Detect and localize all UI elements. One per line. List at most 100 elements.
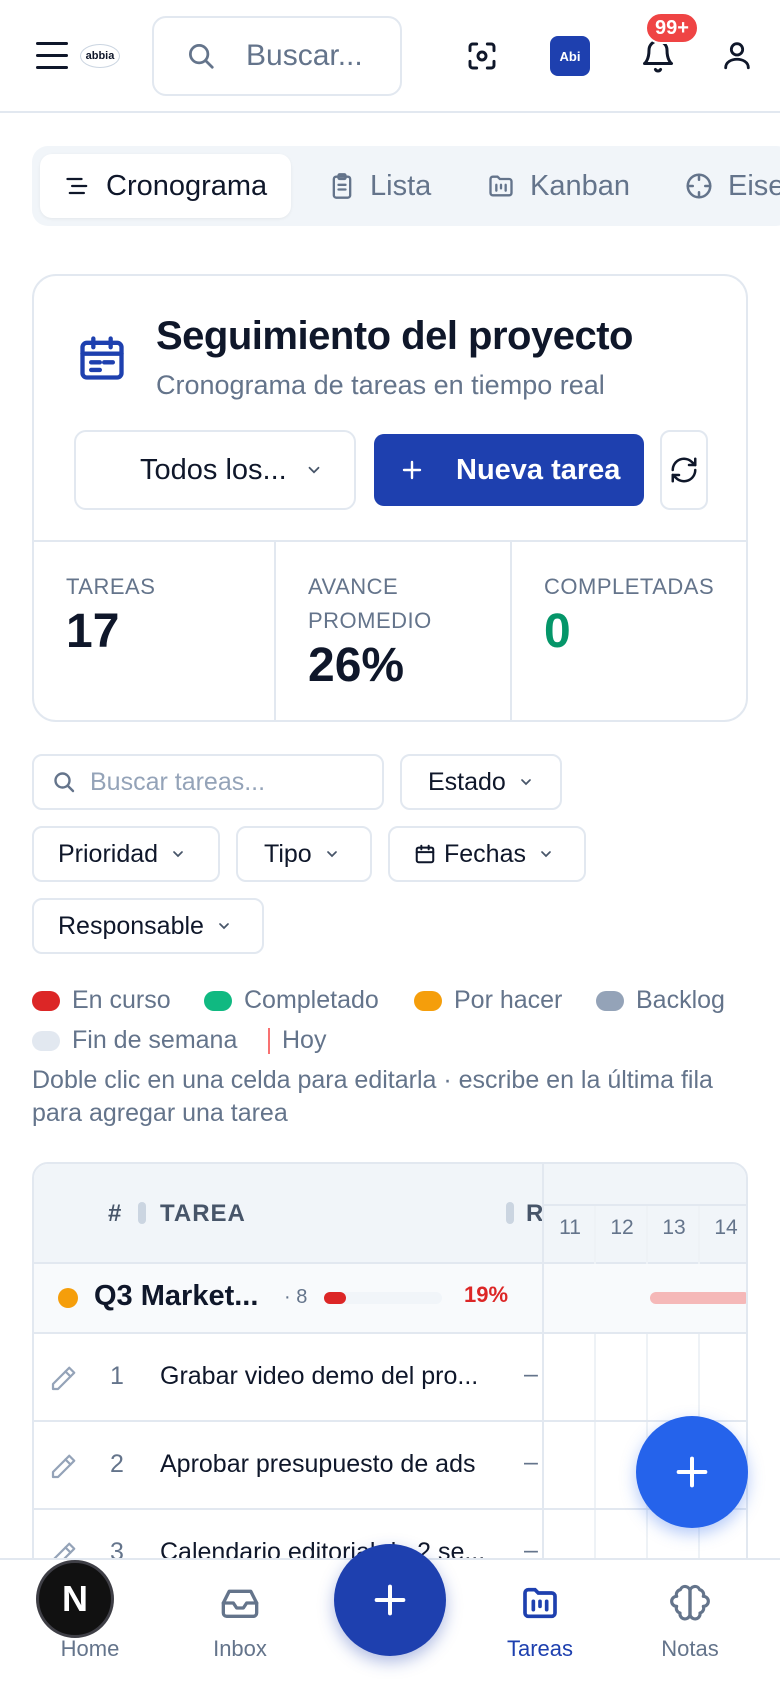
gantt-header: # TAREA R 11 12 13 14 [34, 1164, 746, 1264]
chevron-down-icon [326, 851, 337, 858]
tab-lista[interactable]: Lista [328, 154, 431, 218]
nav-tareas[interactable]: Tareas [470, 1578, 610, 1662]
add-task-fab[interactable] [636, 1416, 748, 1528]
filter-prioridad[interactable]: Prioridad [32, 826, 220, 882]
group-progress-fill [324, 1292, 347, 1304]
edit-hint: Doble clic en una celda para editarla · … [32, 1066, 713, 1127]
filter-tipo[interactable]: Tipo [236, 826, 372, 882]
notification-count-badge: 99+ [645, 12, 699, 44]
legend-item-en-curso: En curso [32, 986, 171, 1015]
nav-notas[interactable]: Notas [620, 1578, 760, 1662]
column-number-header: # [108, 1200, 122, 1227]
search-icon [54, 772, 75, 793]
day-header: 12 [610, 1216, 634, 1239]
responsible-cell[interactable]: – [524, 1360, 538, 1389]
nav-inbox[interactable]: Inbox [170, 1578, 310, 1662]
day-header: 11 [559, 1216, 581, 1239]
quick-add-button[interactable] [334, 1544, 446, 1656]
menu-icon[interactable] [36, 42, 68, 70]
task-search-placeholder: Buscar tareas... [90, 767, 266, 796]
scan-icon[interactable] [466, 40, 498, 72]
stats-row: TAREAS 17 AVANCE PROMEDIO 26% COMPLETADA… [34, 540, 746, 720]
group-progress-bar [324, 1292, 442, 1304]
chevron-down-icon [541, 851, 551, 858]
legend-item-fin-de-semana: Fin de semana [32, 1026, 237, 1055]
group-progress-label: 19% [464, 1282, 509, 1307]
legend-label: En curso [72, 986, 171, 1014]
stat-value: 0 [544, 605, 571, 658]
nav-label: Inbox [213, 1636, 267, 1661]
row-number: 2 [110, 1450, 124, 1478]
plus-icon [676, 1456, 708, 1488]
brain-icon [670, 1584, 710, 1621]
legend-swatch [32, 990, 60, 1011]
filter-responsable[interactable]: Responsable [32, 898, 264, 954]
group-status-dot [58, 1288, 78, 1308]
legend-item-hoy: Hoy [268, 1026, 326, 1055]
filter-label: Prioridad [58, 839, 159, 868]
new-task-label: Nueva tarea [456, 453, 621, 486]
stat-label: AVANCE PROMEDIO [308, 574, 432, 633]
dev-tools-badge[interactable]: N [36, 1560, 114, 1638]
search-icon [189, 44, 214, 69]
table-row[interactable]: 1 Grabar video demo del pro... – [34, 1334, 746, 1422]
task-name[interactable]: Grabar video demo del pro... [160, 1362, 496, 1391]
nav-label: Tareas [506, 1636, 574, 1661]
legend-item-completado: Completado [204, 986, 379, 1015]
top-bar: abbia Buscar... Abi 99+ [0, 0, 780, 113]
crosshair-icon [686, 173, 712, 199]
project-subtitle: Cronograma de tareas en tiempo real [156, 370, 605, 400]
nav-label: Home [60, 1636, 120, 1661]
filter-label: Responsable [58, 911, 204, 940]
filter-fechas[interactable]: Fechas [388, 826, 586, 882]
tab-label: Lista [370, 169, 432, 202]
plus-icon [402, 460, 422, 480]
task-group-row[interactable]: Q3 Market... · 8 19% [34, 1264, 746, 1334]
user-icon[interactable] [720, 38, 754, 72]
chevron-down-icon [173, 851, 183, 858]
column-resize-handle[interactable] [506, 1202, 514, 1224]
timeline-icon [66, 177, 88, 195]
legend-item-por-hacer: Por hacer [414, 986, 562, 1015]
legend-swatch [596, 990, 624, 1011]
new-task-button[interactable]: Nueva tarea [374, 434, 644, 506]
scope-select-value: Todos los... [140, 453, 287, 486]
legend-swatch [204, 990, 232, 1011]
group-name: Q3 Market... [94, 1280, 259, 1312]
stat-tasks: TAREAS 17 [34, 542, 274, 720]
nav-label: Notas [661, 1636, 719, 1661]
kanban-icon [489, 175, 513, 197]
stat-label: TAREAS [66, 574, 156, 599]
global-search-input[interactable]: Buscar... [152, 16, 402, 96]
tasks-folder-icon [523, 1587, 557, 1619]
edit-pencil-icon[interactable] [48, 1364, 78, 1394]
refresh-icon [671, 457, 697, 483]
tab-eisenhower[interactable]: Eise [684, 154, 780, 218]
project-title: Seguimiento del proyecto [156, 314, 633, 358]
app-logo[interactable]: abbia [80, 44, 120, 68]
tab-cronograma[interactable]: Cronograma [40, 154, 292, 218]
task-search-input[interactable]: Buscar tareas... [32, 754, 384, 810]
plus-icon [374, 1584, 406, 1616]
scope-select[interactable]: Todos los... [74, 430, 356, 510]
refresh-button[interactable] [660, 430, 708, 510]
tab-kanban[interactable]: Kanban [486, 154, 630, 218]
calendar-icon [80, 336, 124, 380]
filter-label: Fechas [444, 839, 526, 868]
calendar-icon [415, 844, 435, 864]
legend-label: Completado [244, 986, 379, 1014]
filter-estado[interactable]: Estado [400, 754, 562, 810]
legend-swatch [414, 990, 442, 1011]
group-timeline-bar[interactable] [650, 1292, 746, 1304]
column-r-header: R [526, 1200, 544, 1227]
task-name[interactable]: Aprobar presupuesto de ads [160, 1450, 496, 1479]
assistant-button[interactable]: Abi [550, 36, 590, 76]
column-task-header[interactable]: TAREA [160, 1200, 246, 1228]
column-resize-handle[interactable] [138, 1202, 146, 1224]
row-number: 1 [110, 1362, 124, 1390]
edit-pencil-icon[interactable] [48, 1452, 78, 1482]
tab-label: Eise [728, 169, 780, 202]
responsible-cell[interactable]: – [524, 1448, 538, 1477]
stat-progress: AVANCE PROMEDIO 26% [274, 542, 510, 720]
tab-label: Cronograma [106, 169, 268, 202]
